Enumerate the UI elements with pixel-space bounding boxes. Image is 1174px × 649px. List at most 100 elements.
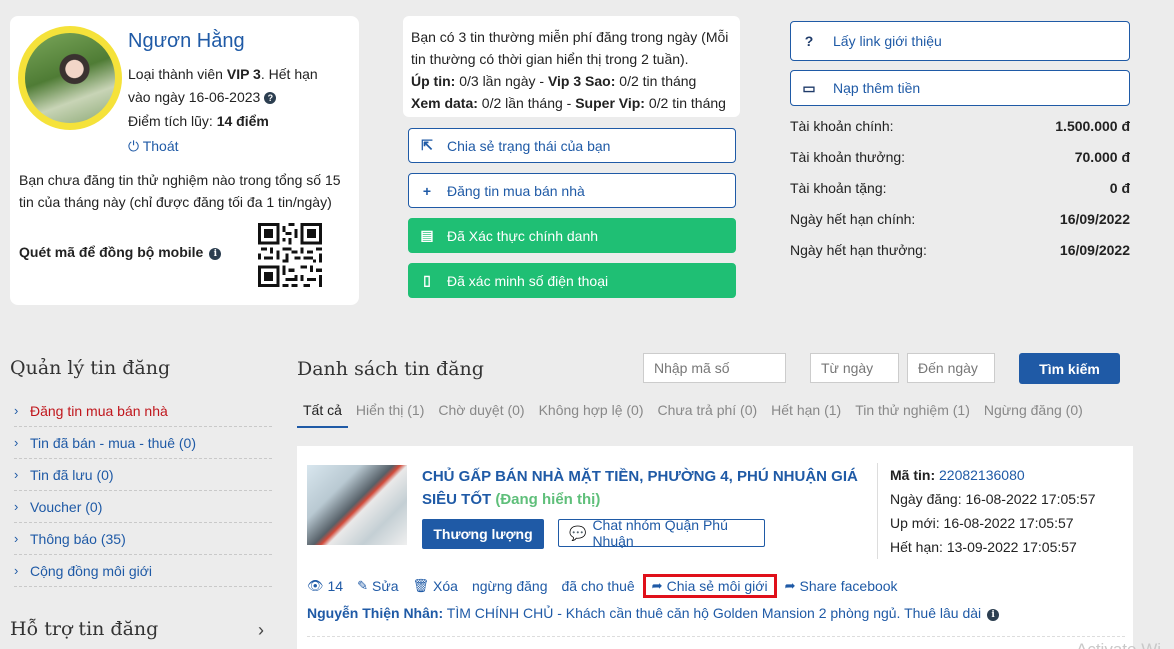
trial-note: Bạn chưa đăng tin thử nghiệm nào trong t… bbox=[19, 172, 341, 210]
main-balance-row: Tài khoản chính: 1.500.000 đ bbox=[790, 118, 1130, 134]
bonus-balance-row: Tài khoản thưởng: 70.000 đ bbox=[790, 149, 1130, 165]
to-date-input[interactable]: Đến ngày bbox=[907, 353, 995, 383]
quota-note: Bạn có 3 tin thường miễn phí đăng trong … bbox=[403, 16, 740, 117]
group-chat-button[interactable]: 💬 Chat nhóm Quận Phú Nhuận bbox=[558, 517, 765, 549]
membership-info: Loại thành viên VIP 3. Hết hạn vào ngày … bbox=[128, 63, 338, 109]
question-circle-icon[interactable]: ? bbox=[264, 92, 277, 104]
phone-verified-button[interactable]: ▯ Đã xác minh số điện thoại bbox=[408, 263, 736, 298]
sidebar-item-post-listing[interactable]: › Đăng tin mua bán nhà bbox=[14, 395, 272, 427]
info-icon[interactable]: i bbox=[209, 248, 222, 260]
view-count: 👁 14 bbox=[307, 578, 343, 594]
vip3-label: Vip 3 Sao: bbox=[547, 73, 616, 89]
from-date-input[interactable]: Từ ngày bbox=[810, 353, 899, 383]
bonus-expiry-label: Ngày hết hạn thưởng: bbox=[790, 242, 927, 258]
tab-trial[interactable]: Tin thử nghiệm (1) bbox=[849, 396, 976, 428]
sidebar-item-notifications[interactable]: › Thông báo (35) bbox=[14, 523, 272, 555]
listing-list-title: Danh sách tin đăng bbox=[297, 358, 484, 380]
question-circle-icon: ? bbox=[804, 33, 814, 49]
power-icon: ⏻ bbox=[128, 138, 140, 154]
chevron-right-icon: › bbox=[14, 531, 19, 546]
sidebar-title: Quản lý tin đăng bbox=[10, 357, 171, 379]
chevron-right-icon[interactable]: › bbox=[258, 620, 264, 641]
info-icon[interactable]: i bbox=[987, 609, 1000, 621]
activation-watermark: Activate Wi bbox=[1076, 640, 1161, 649]
note-author: Nguyễn Thiện Nhân: bbox=[307, 605, 444, 621]
referral-link-button[interactable]: ? Lấy link giới thiệu bbox=[790, 21, 1130, 61]
member-level: VIP 3 bbox=[226, 66, 261, 82]
chevron-right-icon: › bbox=[14, 563, 19, 578]
share-status-button[interactable]: ⇱ Chia sẻ trạng thái của bạn bbox=[408, 128, 736, 163]
sidebar-item-sold[interactable]: › Tin đã bán - mua - thuê (0) bbox=[14, 427, 272, 459]
main-expiry-row: Ngày hết hạn chính: 16/09/2022 bbox=[790, 211, 1130, 227]
vip3-value: 0/2 tin tháng bbox=[615, 73, 697, 89]
bonus-expiry-row: Ngày hết hạn thưởng: 16/09/2022 bbox=[790, 242, 1130, 258]
share-icon: ➦ bbox=[784, 578, 796, 593]
listing-code-input[interactable]: Nhập mã số bbox=[643, 353, 786, 383]
sidebar-item-saved[interactable]: › Tin đã lưu (0) bbox=[14, 459, 272, 491]
share-icon: ➦ bbox=[651, 578, 663, 593]
share-square-icon: ⇱ bbox=[421, 137, 433, 153]
gift-balance-row: Tài khoản tặng: 0 đ bbox=[790, 180, 1130, 196]
up-label: Úp tin: bbox=[411, 73, 456, 89]
sidebar-item-voucher[interactable]: › Voucher (0) bbox=[14, 491, 272, 523]
stop-listing-button[interactable]: ngừng đăng bbox=[472, 578, 548, 594]
identity-verified-label: Đã Xác thực chính danh bbox=[447, 227, 599, 244]
referral-link-label: Lấy link giới thiệu bbox=[833, 33, 942, 49]
share-facebook-label: Share facebook bbox=[799, 578, 898, 594]
search-button[interactable]: Tìm kiếm bbox=[1019, 353, 1120, 384]
plus-icon: + bbox=[422, 182, 432, 199]
up-value: 0/3 lần ngày - bbox=[455, 73, 548, 89]
comments-icon: 💬 bbox=[569, 524, 587, 541]
avatar[interactable] bbox=[25, 33, 115, 123]
logout-link[interactable]: ⏻ Thoát bbox=[128, 138, 179, 155]
support-title[interactable]: Hỗ trợ tin đăng bbox=[10, 618, 158, 640]
quota-text: Bạn có 3 tin thường miễn phí đăng trong … bbox=[411, 29, 729, 67]
listing-title[interactable]: CHỦ GẤP BÁN NHÀ MẶT TIỀN, PHƯỜNG 4, PHÚ … bbox=[422, 465, 872, 511]
tab-visible[interactable]: Hiển thị (1) bbox=[350, 396, 430, 428]
qr-label: Quét mã để đồng bộ mobile i bbox=[19, 244, 222, 260]
supervip-value: 0/2 tin tháng bbox=[644, 95, 726, 111]
edit-button[interactable]: ✎ Sửa bbox=[357, 578, 398, 594]
posted-row: Ngày đăng: 16-08-2022 17:05:57 bbox=[890, 487, 1127, 511]
share-facebook-button[interactable]: ➦ Share facebook bbox=[785, 578, 898, 594]
sidebar-item-broker-community[interactable]: › Cộng đồng môi giới bbox=[14, 555, 272, 587]
delete-button[interactable]: 🗑 Xóa bbox=[413, 578, 458, 594]
tab-expired[interactable]: Hết hạn (1) bbox=[765, 396, 847, 428]
listing-title-text: CHỦ GẤP BÁN NHÀ MẶT TIỀN, PHƯỜNG 4, PHÚ … bbox=[422, 468, 858, 508]
sidebar-item-label: Thông báo (35) bbox=[30, 530, 126, 547]
chevron-right-icon: › bbox=[14, 499, 19, 514]
logout-label: Thoát bbox=[142, 138, 179, 154]
listing-thumbnail[interactable] bbox=[307, 465, 407, 545]
group-chat-label: Chat nhóm Quận Phú Nhuận bbox=[592, 517, 728, 549]
listing-note[interactable]: Nguyễn Thiện Nhân: TÌM CHÍNH CHỦ - Khách… bbox=[307, 605, 1000, 621]
trash-icon: 🗑 bbox=[412, 578, 430, 593]
tab-unpaid[interactable]: Chưa trả phí (0) bbox=[652, 396, 764, 428]
share-status-label: Chia sẻ trạng thái của bạn bbox=[447, 137, 611, 154]
tab-invalid[interactable]: Không hợp lệ (0) bbox=[533, 396, 650, 428]
tab-stopped[interactable]: Ngừng đăng (0) bbox=[978, 396, 1089, 428]
chevron-right-icon: › bbox=[14, 467, 19, 482]
data-value: 0/2 lần tháng - bbox=[477, 95, 576, 111]
identity-verified-button[interactable]: ▤ Đã Xác thực chính danh bbox=[408, 218, 736, 253]
price-button[interactable]: Thương lượng bbox=[422, 519, 544, 549]
phone-icon: ▯ bbox=[423, 272, 431, 288]
bonus-expiry-value: 16/09/2022 bbox=[1059, 242, 1130, 258]
main-balance-label: Tài khoản chính: bbox=[790, 118, 894, 134]
mark-rented-button[interactable]: đã cho thuê bbox=[562, 578, 635, 594]
sidebar-item-label: Cộng đồng môi giới bbox=[30, 562, 153, 579]
listing-code-value[interactable]: 22082136080 bbox=[939, 467, 1025, 483]
user-name[interactable]: Ngươn Hằng bbox=[128, 30, 245, 53]
share-broker-button[interactable]: ➦ Chia sẻ môi giới bbox=[642, 574, 777, 598]
sidebar-item-label: Tin đã bán - mua - thuê (0) bbox=[30, 434, 197, 451]
top-up-button[interactable]: ▭ Nạp thêm tiền bbox=[790, 70, 1130, 106]
posted-value: 16-08-2022 17:05:57 bbox=[965, 491, 1096, 507]
tab-pending[interactable]: Chờ duyệt (0) bbox=[432, 396, 530, 428]
view-count-value: 14 bbox=[327, 578, 344, 594]
id-card-icon: ▤ bbox=[420, 227, 434, 243]
top-up-label: Nạp thêm tiền bbox=[833, 80, 921, 96]
tab-all[interactable]: Tất cả bbox=[297, 396, 348, 428]
edit-label: Sửa bbox=[372, 578, 399, 594]
post-listing-button[interactable]: + Đăng tin mua bán nhà bbox=[408, 173, 736, 208]
posted-label: Ngày đăng: bbox=[890, 491, 962, 507]
expires-label: Hết hạn: bbox=[890, 539, 943, 555]
